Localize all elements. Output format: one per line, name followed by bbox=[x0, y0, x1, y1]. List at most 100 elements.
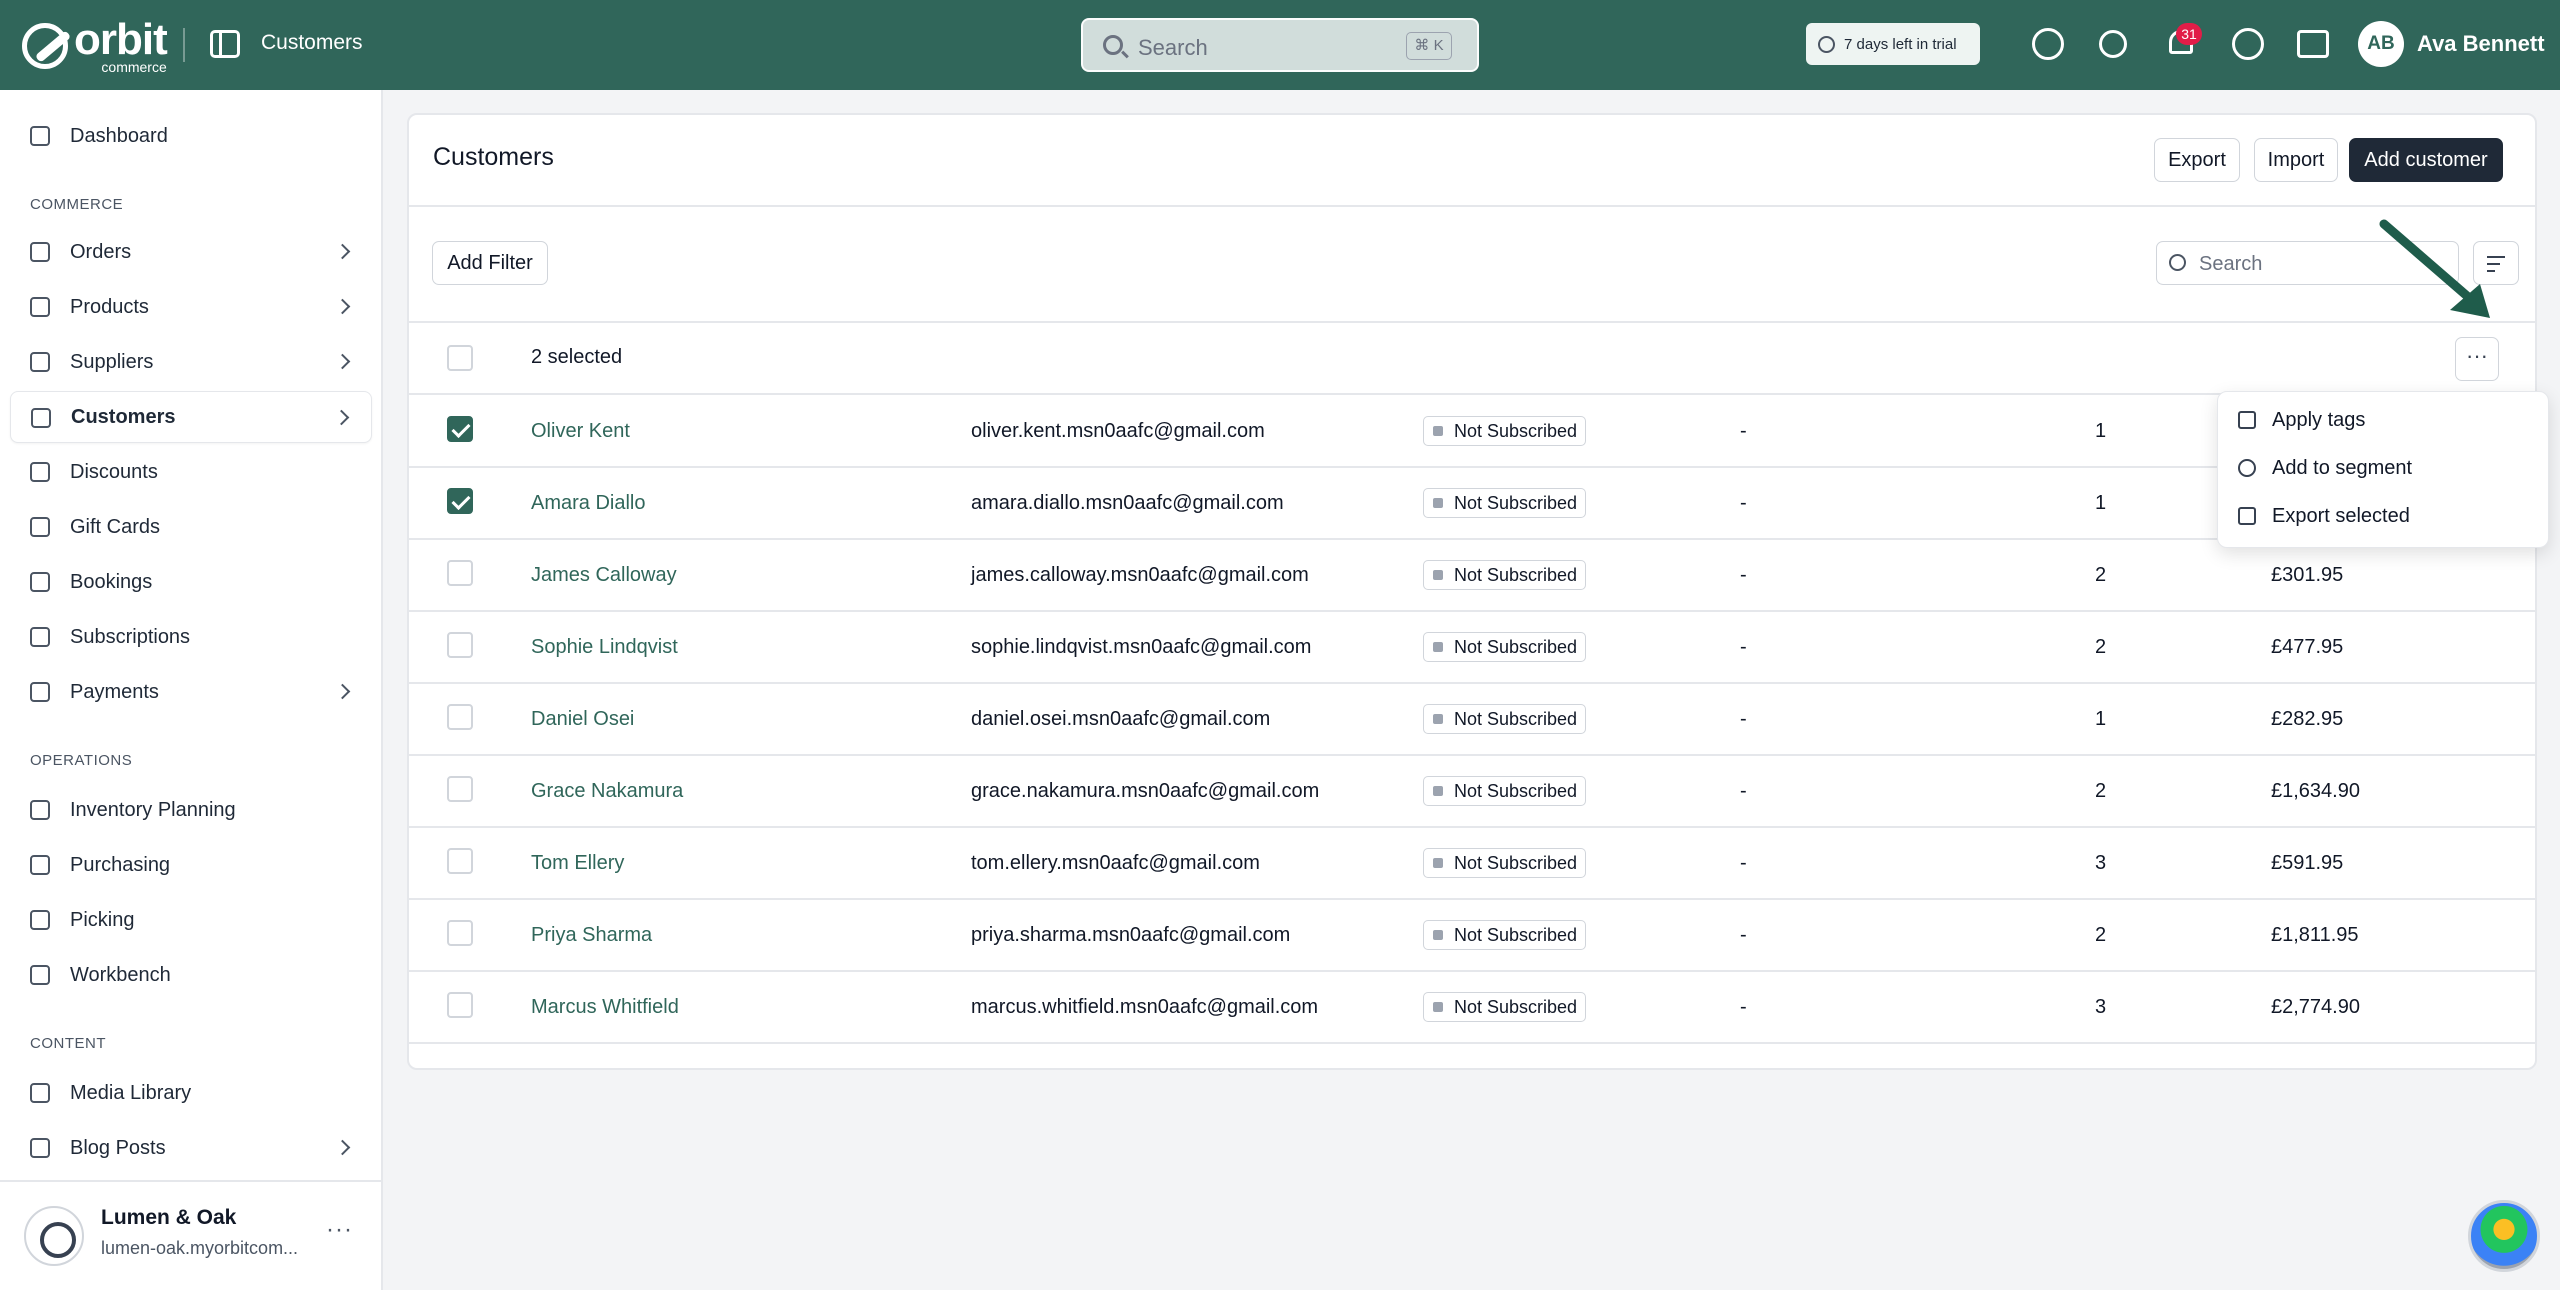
feedback-icon[interactable] bbox=[2032, 28, 2064, 60]
row-checkbox[interactable] bbox=[447, 416, 473, 442]
help-lifebuoy-icon[interactable] bbox=[2232, 28, 2264, 60]
logo-text: orbit bbox=[74, 15, 168, 64]
user-name[interactable]: Ava Bennett bbox=[2417, 31, 2545, 57]
sidebar-item-inventory-planning[interactable]: Inventory Planning bbox=[10, 784, 372, 836]
storefront-icon[interactable] bbox=[2297, 30, 2329, 58]
menu-item-apply-tags[interactable]: Apply tags bbox=[2228, 398, 2540, 442]
toggle-sidebar-icon[interactable] bbox=[210, 30, 240, 58]
select-all-checkbox[interactable] bbox=[447, 345, 473, 371]
sidebar-item-picking[interactable]: Picking bbox=[10, 894, 372, 946]
table-row[interactable]: Sophie Lindqvist sophie.lindqvist.msn0aaf… bbox=[409, 612, 2535, 684]
row-checkbox[interactable] bbox=[447, 992, 473, 1018]
sidebar-item-orders[interactable]: Orders bbox=[10, 226, 372, 278]
store-logo[interactable] bbox=[24, 1206, 84, 1266]
customer-orders-count: 1 bbox=[2095, 420, 2107, 442]
customer-amount-spent: £301.95 bbox=[2271, 564, 2344, 586]
customer-name-link[interactable]: Priya Sharma bbox=[531, 924, 652, 947]
customer-email: marcus.whitfield.msn0aafc@gmail.com bbox=[971, 996, 1319, 1018]
user-avatar[interactable]: AB bbox=[2358, 21, 2404, 67]
customer-amount-spent: £1,811.95 bbox=[2271, 924, 2359, 946]
import-button[interactable]: Import bbox=[2254, 138, 2338, 182]
customer-name-link[interactable]: Tom Ellery bbox=[531, 852, 624, 875]
customer-name-link[interactable]: Oliver Kent bbox=[531, 420, 630, 443]
customer-email: oliver.kent.msn0aafc@gmail.com bbox=[971, 420, 1265, 442]
sidebar-item-label: Customers bbox=[71, 405, 176, 428]
building-icon bbox=[30, 352, 50, 372]
customer-email: tom.ellery.msn0aafc@gmail.com bbox=[971, 852, 1260, 874]
sidebar-item-suppliers[interactable]: Suppliers bbox=[10, 336, 372, 388]
add-customer-button[interactable]: Add customer bbox=[2349, 138, 2503, 182]
trial-text: 7 days left in trial bbox=[1844, 35, 1957, 53]
customer-location: - bbox=[1740, 420, 1747, 442]
table-row-partial bbox=[409, 1044, 2535, 1068]
table-row[interactable]: James Calloway james.calloway.msn0aafc@gm… bbox=[409, 540, 2535, 612]
menu-item-add-to-segment[interactable]: Add to segment bbox=[2228, 446, 2540, 490]
customer-amount-spent: £477.95 bbox=[2271, 636, 2344, 658]
subscription-status-badge: Not Subscribed bbox=[1423, 776, 1587, 806]
sidebar-item-dashboard[interactable]: Dashboard bbox=[10, 110, 372, 162]
sidebar-item-products[interactable]: Products bbox=[10, 281, 372, 333]
customer-location: - bbox=[1740, 492, 1747, 514]
store-name[interactable]: Lumen & Oak bbox=[101, 1206, 236, 1230]
customer-name-link[interactable]: Sophie Lindqvist bbox=[531, 636, 678, 659]
bulk-actions-more-button[interactable]: ··· bbox=[2455, 337, 2499, 381]
assistant-avatar-button[interactable] bbox=[2468, 1200, 2540, 1272]
subscription-status-badge: Not Subscribed bbox=[1423, 488, 1587, 518]
sidebar-item-gift-cards[interactable]: Gift Cards bbox=[10, 501, 372, 553]
package-icon bbox=[30, 965, 50, 985]
export-button[interactable]: Export bbox=[2154, 138, 2240, 182]
notification-count-badge: 31 bbox=[2176, 23, 2202, 45]
customer-amount-spent: £1,634.90 bbox=[2271, 780, 2360, 802]
customer-name-link[interactable]: Amara Diallo bbox=[531, 492, 645, 515]
search-icon bbox=[1103, 35, 1123, 55]
sidebar-section-commerce: COMMERCE bbox=[30, 196, 124, 213]
users-icon bbox=[2238, 459, 2256, 477]
chevron-right-icon bbox=[334, 353, 351, 370]
header-title: Customers bbox=[261, 31, 363, 54]
customer-orders-count: 3 bbox=[2095, 996, 2107, 1018]
theme-sun-icon[interactable] bbox=[2099, 30, 2127, 58]
trial-badge[interactable]: 7 days left in trial bbox=[1806, 23, 1980, 65]
row-checkbox[interactable] bbox=[447, 776, 473, 802]
orbit-logo[interactable]: orbit commerce bbox=[22, 15, 168, 74]
customer-name-link[interactable]: Grace Nakamura bbox=[531, 780, 683, 803]
sidebar-item-media-library[interactable]: Media Library bbox=[10, 1067, 372, 1119]
table-row[interactable]: Daniel Osei daniel.osei.msn0aafc@gmail.co… bbox=[409, 684, 2535, 756]
global-search-placeholder: Search bbox=[1138, 35, 1208, 60]
row-checkbox[interactable] bbox=[447, 560, 473, 586]
store-more-icon[interactable]: ··· bbox=[326, 1216, 353, 1244]
global-search-input[interactable]: Search ⌘ K bbox=[1081, 18, 1479, 72]
sidebar-item-label: Products bbox=[70, 295, 149, 318]
row-checkbox[interactable] bbox=[447, 704, 473, 730]
customer-amount-spent: £282.95 bbox=[2271, 708, 2344, 730]
sidebar-item-purchasing[interactable]: Purchasing bbox=[10, 839, 372, 891]
menu-item-export-selected[interactable]: Export selected bbox=[2228, 494, 2540, 538]
gift-icon bbox=[30, 517, 50, 537]
row-checkbox[interactable] bbox=[447, 488, 473, 514]
sidebar-item-customers[interactable]: Customers bbox=[10, 391, 372, 443]
add-filter-button[interactable]: Add Filter bbox=[432, 241, 548, 285]
subscription-status-badge: Not Subscribed bbox=[1423, 632, 1587, 662]
sidebar-item-discounts[interactable]: Discounts bbox=[10, 446, 372, 498]
row-checkbox[interactable] bbox=[447, 920, 473, 946]
sidebar-item-workbench[interactable]: Workbench bbox=[10, 949, 372, 1001]
sidebar-item-subscriptions[interactable]: Subscriptions bbox=[10, 611, 372, 663]
table-row[interactable]: Tom Ellery tom.ellery.msn0aafc@gmail.com N… bbox=[409, 828, 2535, 900]
row-checkbox[interactable] bbox=[447, 632, 473, 658]
calendar-icon bbox=[30, 572, 50, 592]
map-pin-icon bbox=[30, 910, 50, 930]
sidebar-item-bookings[interactable]: Bookings bbox=[10, 556, 372, 608]
cart-icon bbox=[30, 855, 50, 875]
table-row[interactable]: Marcus Whitfield marcus.whitfield.msn0aaf… bbox=[409, 972, 2535, 1044]
box-icon bbox=[30, 297, 50, 317]
table-row[interactable]: Grace Nakamura grace.nakamura.msn0aafc@gm… bbox=[409, 756, 2535, 828]
row-checkbox[interactable] bbox=[447, 848, 473, 874]
customer-name-link[interactable]: James Calloway bbox=[531, 564, 677, 587]
customer-email: daniel.osei.msn0aafc@gmail.com bbox=[971, 708, 1271, 730]
customer-location: - bbox=[1740, 780, 1747, 802]
sidebar-item-blog-posts[interactable]: Blog Posts bbox=[10, 1122, 372, 1174]
customer-name-link[interactable]: Daniel Osei bbox=[531, 708, 634, 731]
table-row[interactable]: Priya Sharma priya.sharma.msn0aafc@gmail.… bbox=[409, 900, 2535, 972]
customer-name-link[interactable]: Marcus Whitfield bbox=[531, 996, 679, 1019]
sidebar-item-payments[interactable]: Payments bbox=[10, 666, 372, 718]
